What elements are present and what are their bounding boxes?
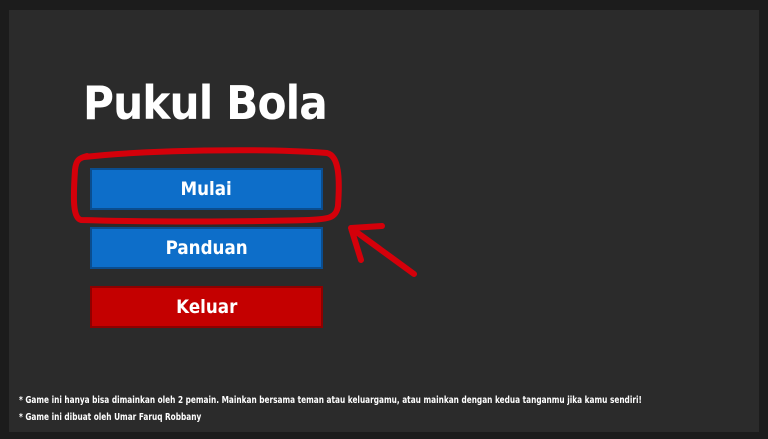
- footer-notes: * Game ini hanya bisa dimainkan oleh 2 p…: [19, 392, 642, 426]
- guide-button[interactable]: Panduan: [90, 227, 323, 269]
- arrow-icon: [348, 223, 417, 277]
- annotation-overlay: [70, 147, 417, 277]
- game-title: Pukul Bola: [83, 76, 328, 130]
- guide-button-label: Panduan: [165, 237, 248, 259]
- start-button-label: Mulai: [180, 178, 233, 200]
- note-credits: * Game ini dibuat oleh Umar Faruq Robban…: [19, 412, 202, 423]
- window-frame: Pukul Bola Mulai Panduan Keluar * Game i…: [0, 0, 768, 439]
- start-button[interactable]: Mulai: [90, 168, 323, 210]
- quit-button[interactable]: Keluar: [90, 286, 323, 328]
- quit-button-label: Keluar: [175, 296, 238, 318]
- game-canvas: Pukul Bola Mulai Panduan Keluar * Game i…: [9, 10, 759, 432]
- note-players: * Game ini hanya bisa dimainkan oleh 2 p…: [19, 395, 642, 406]
